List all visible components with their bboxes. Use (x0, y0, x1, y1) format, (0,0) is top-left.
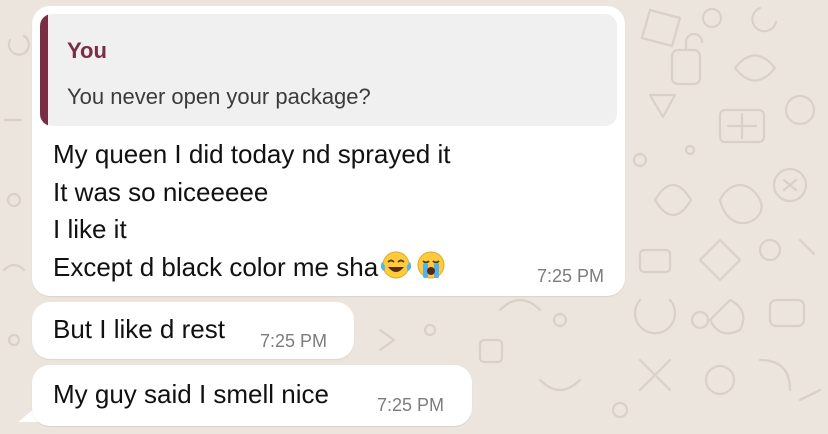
message-line: My queen I did today nd sprayed it (53, 139, 451, 169)
message-line: It was so niceeeee (53, 176, 269, 207)
message-text: My queen I did today nd sprayed it It wa… (53, 136, 450, 286)
quote-author: You (67, 38, 107, 63)
message-line: I like it (53, 214, 127, 244)
message-text: My guy said I smell nice (53, 379, 329, 409)
message-timestamp: 7:25 PM (536, 266, 604, 286)
message-bubble[interactable]: You You never open your package? My quee… (32, 6, 625, 296)
quote-accent-bar (40, 14, 48, 126)
message-line-with-emoji: Except d black color me sha (53, 249, 450, 287)
loudly-crying-face-icon (417, 251, 445, 278)
message-timestamp: 7:25 PM (260, 331, 328, 351)
face-with-tears-of-joy-icon (381, 251, 412, 278)
message-bubble[interactable]: But I like d rest 7:25 PM (32, 302, 354, 359)
message-line: Except d black color me sha (53, 251, 379, 282)
message-timestamp: 7:25 PM (377, 395, 445, 415)
quoted-reply[interactable]: You You never open your package? (40, 14, 617, 126)
message-text: But I like d rest (53, 314, 225, 344)
quote-text: You never open your package? (67, 84, 371, 109)
message-bubble[interactable]: My guy said I smell nice 7:25 PM (32, 365, 472, 426)
